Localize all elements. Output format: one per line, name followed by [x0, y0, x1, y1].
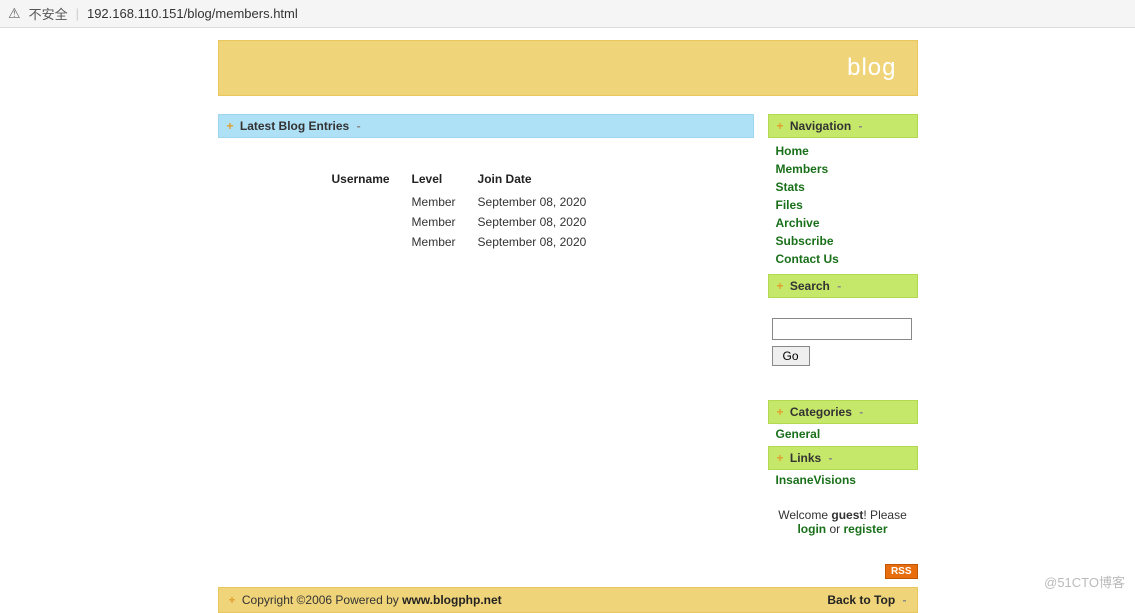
category-general[interactable]: General — [776, 427, 821, 441]
search-title: Search — [790, 279, 830, 293]
cell-level: Member — [408, 212, 474, 232]
nav-stats[interactable]: Stats — [776, 178, 910, 196]
search-input[interactable] — [772, 318, 912, 340]
copyright-text: Copyright ©2006 Powered by — [242, 593, 402, 607]
categories-header: + Categories - — [768, 400, 918, 424]
nav-files[interactable]: Files — [776, 196, 910, 214]
navigation-header: + Navigation - — [768, 114, 918, 138]
table-header-row: Username Level Join Date — [328, 168, 605, 192]
table-row: Member September 08, 2020 — [328, 232, 605, 252]
address-bar: ⚠ 不安全 | 192.168.110.151/blog/members.htm… — [0, 0, 1135, 28]
cell-level: Member — [408, 232, 474, 252]
login-link[interactable]: login — [797, 522, 826, 536]
link-insanevisions[interactable]: InsaneVisions — [776, 473, 856, 487]
cell-username — [328, 192, 408, 212]
cell-level: Member — [408, 192, 474, 212]
cell-join-date: September 08, 2020 — [474, 192, 605, 212]
minus-icon: - — [829, 451, 833, 465]
table-row: Member September 08, 2020 — [328, 192, 605, 212]
section-title: Latest Blog Entries — [240, 119, 349, 133]
blogphp-link[interactable]: www.blogphp.net — [402, 593, 502, 607]
categories-title: Categories — [790, 405, 852, 419]
nav-home[interactable]: Home — [776, 142, 910, 160]
nav-members[interactable]: Members — [776, 160, 910, 178]
links-header: + Links - — [768, 446, 918, 470]
warning-icon: ⚠ — [8, 5, 21, 22]
nav-subscribe[interactable]: Subscribe — [776, 232, 910, 250]
search-go-button[interactable]: Go — [772, 346, 810, 366]
col-username: Username — [328, 168, 408, 192]
page-footer: + Copyright ©2006 Powered by www.blogphp… — [218, 587, 918, 613]
minus-icon: - — [837, 279, 841, 293]
nav-title: Navigation — [790, 119, 851, 133]
insecure-label: 不安全 — [29, 4, 68, 23]
footer-right: Back to Top - — [827, 593, 906, 607]
or-text: or — [826, 522, 843, 536]
col-join-date: Join Date — [474, 168, 605, 192]
nav-archive[interactable]: Archive — [776, 214, 910, 232]
plus-icon: + — [777, 405, 784, 419]
minus-icon: - — [357, 119, 361, 133]
welcome-box: Welcome guest! Please login or register — [768, 492, 918, 546]
plus-icon: + — [777, 119, 784, 133]
minus-icon: - — [903, 593, 907, 607]
site-title: blog — [847, 54, 896, 82]
cell-username — [328, 232, 408, 252]
links-title: Links — [790, 451, 821, 465]
cell-join-date: September 08, 2020 — [474, 232, 605, 252]
watermark: @51CTO博客 — [1044, 572, 1125, 591]
cell-join-date: September 08, 2020 — [474, 212, 605, 232]
col-level: Level — [408, 168, 474, 192]
cell-username — [328, 212, 408, 232]
url-text[interactable]: 192.168.110.151/blog/members.html — [87, 6, 298, 21]
footer-left: + Copyright ©2006 Powered by www.blogphp… — [229, 593, 502, 607]
separator: | — [76, 6, 79, 21]
search-header: + Search - — [768, 274, 918, 298]
plus-icon: + — [777, 451, 784, 465]
page-header: blog — [218, 40, 918, 96]
welcome-pre: Welcome — [778, 508, 831, 522]
nav-contact[interactable]: Contact Us — [776, 250, 910, 268]
welcome-guest: guest — [831, 508, 863, 522]
register-link[interactable]: register — [843, 522, 887, 536]
plus-icon: + — [227, 119, 234, 133]
table-row: Member September 08, 2020 — [328, 212, 605, 232]
members-table: Username Level Join Date Member Septembe… — [328, 168, 605, 252]
minus-icon: - — [859, 119, 863, 133]
rss-badge[interactable]: RSS — [885, 564, 918, 579]
latest-entries-header: + Latest Blog Entries - — [218, 114, 754, 138]
plus-icon: + — [229, 593, 236, 607]
back-to-top-link[interactable]: Back to Top — [827, 593, 895, 607]
plus-icon: + — [777, 279, 784, 293]
minus-icon: - — [859, 405, 863, 419]
welcome-post: ! Please — [863, 508, 906, 522]
